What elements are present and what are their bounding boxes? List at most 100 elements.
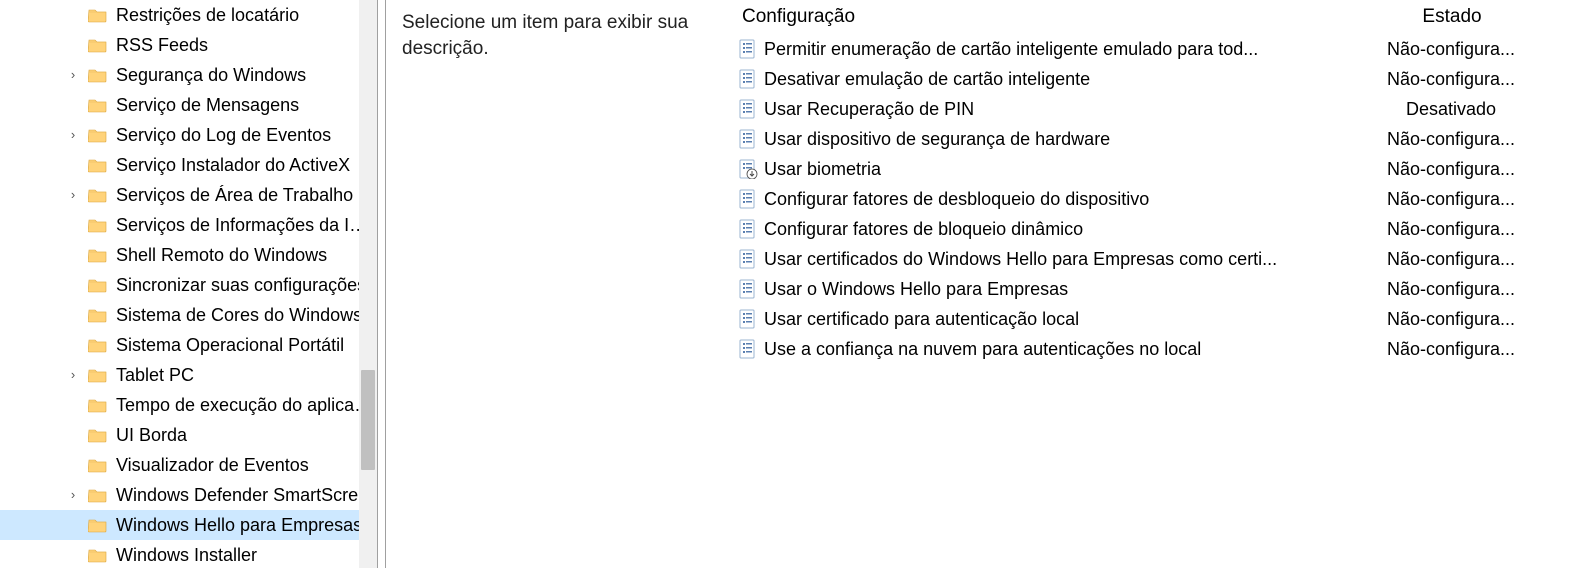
tree-item[interactable]: Sincronizar suas configurações	[0, 270, 377, 300]
expand-icon[interactable]: ›	[66, 120, 80, 150]
folder-icon	[88, 217, 108, 233]
expand-icon[interactable]: ›	[66, 60, 80, 90]
list-item[interactable]: Usar dispositivo de segurança de hardwar…	[736, 124, 1592, 154]
tree-item[interactable]: Serviços de Informações da Internet	[0, 210, 377, 240]
tree-item[interactable]: Visualizador de Eventos	[0, 450, 377, 480]
policy-icon	[738, 249, 758, 269]
tree-item[interactable]: ›Segurança do Windows	[0, 60, 377, 90]
folder-icon	[88, 457, 108, 473]
folder-icon	[88, 547, 108, 563]
settings-list: Configuração Estado Permitir enumeração …	[736, 0, 1592, 568]
policy-icon	[738, 309, 758, 329]
tree-item[interactable]: › Serviços de Área de Trabalho Remota	[0, 180, 377, 210]
tree-item[interactable]: Sistema de Cores do Windows	[0, 300, 377, 330]
setting-state: Não-configura...	[1310, 129, 1592, 150]
policy-icon	[738, 99, 758, 119]
description-text: Selecione um item para exibir sua descri…	[402, 10, 720, 61]
expand-icon[interactable]: ›	[66, 480, 80, 510]
setting-name: Usar biometria	[764, 159, 1310, 180]
list-item[interactable]: Configurar fatores de desbloqueio do dis…	[736, 184, 1592, 214]
folder-icon	[88, 7, 108, 23]
tree-item[interactable]: › Tablet PC	[0, 360, 377, 390]
column-header-state[interactable]: Estado	[1312, 6, 1592, 28]
folder-icon	[88, 397, 108, 413]
folder-icon	[88, 337, 108, 353]
tree-item[interactable]: Sistema Operacional Portátil	[0, 330, 377, 360]
expand-icon[interactable]: ›	[66, 360, 80, 390]
list-item[interactable]: Configurar fatores de bloqueio dinâmicoN…	[736, 214, 1592, 244]
list-item[interactable]: Permitir enumeração de cartão inteligent…	[736, 34, 1592, 64]
panel-divider[interactable]	[378, 0, 386, 568]
policy-icon	[738, 339, 758, 359]
tree-item[interactable]: UI Borda	[0, 420, 377, 450]
tree-scrollbar[interactable]	[359, 0, 377, 568]
policy-icon	[738, 129, 758, 149]
tree-item-label: Sincronizar suas configurações	[116, 275, 366, 296]
list-item[interactable]: Usar o Windows Hello para EmpresasNão-co…	[736, 274, 1592, 304]
details-panel: Selecione um item para exibir sua descri…	[386, 0, 1592, 568]
setting-name: Desativar emulação de cartão inteligente	[764, 69, 1310, 90]
column-header-config[interactable]: Configuração	[736, 6, 1312, 28]
description-column: Selecione um item para exibir sua descri…	[386, 0, 736, 568]
list-item[interactable]: Use a confiança na nuvem para autenticaç…	[736, 334, 1592, 364]
setting-state: Não-configura...	[1310, 69, 1592, 90]
tree-item-label: Serviços de Informações da Internet	[116, 215, 377, 236]
policy-icon	[738, 189, 758, 209]
tree-item-label: Windows Hello para Empresas	[116, 515, 362, 536]
tree-item-label: RSS Feeds	[116, 35, 208, 56]
policy-icon	[738, 279, 758, 299]
folder-icon	[88, 427, 108, 443]
setting-state: Não-configura...	[1310, 39, 1592, 60]
setting-name: Usar dispositivo de segurança de hardwar…	[764, 129, 1310, 150]
policy-download-icon	[738, 159, 758, 179]
tree-panel: Restrições de locatário RSS Feeds ›Seguran…	[0, 0, 378, 568]
policy-icon	[738, 39, 758, 59]
setting-name: Use a confiança na nuvem para autenticaç…	[764, 339, 1310, 360]
tree-item[interactable]: Serviço Instalador do ActiveX	[0, 150, 377, 180]
list-item[interactable]: Usar certificado para autenticação local…	[736, 304, 1592, 334]
folder-icon	[88, 247, 108, 263]
setting-name: Configurar fatores de bloqueio dinâmico	[764, 219, 1310, 240]
tree-item[interactable]: Restrições de locatário	[0, 0, 377, 30]
tree-item-label: Windows Installer	[116, 545, 257, 566]
policy-icon	[738, 219, 758, 239]
tree-item[interactable]: ›Windows Defender SmartScreen	[0, 480, 377, 510]
tree-item[interactable]: Serviço de Mensagens	[0, 90, 377, 120]
list-item[interactable]: Usar Recuperação de PINDesativado	[736, 94, 1592, 124]
setting-name: Usar certificado para autenticação local	[764, 309, 1310, 330]
setting-state: Não-configura...	[1310, 159, 1592, 180]
list-item[interactable]: Usar certificados do Windows Hello para …	[736, 244, 1592, 274]
expand-icon[interactable]: ›	[66, 180, 80, 210]
folder-icon	[88, 187, 108, 203]
tree-item[interactable]: Windows Installer	[0, 540, 377, 568]
tree-item-label: Tablet PC	[116, 365, 194, 386]
tree-item-label: Serviço Instalador do ActiveX	[116, 155, 350, 176]
setting-state: Não-configura...	[1310, 249, 1592, 270]
tree-item[interactable]: RSS Feeds	[0, 30, 377, 60]
setting-name: Configurar fatores de desbloqueio do dis…	[764, 189, 1310, 210]
setting-name: Usar o Windows Hello para Empresas	[764, 279, 1310, 300]
tree-item[interactable]: Shell Remoto do Windows	[0, 240, 377, 270]
tree-item-label: Serviço de Mensagens	[116, 95, 299, 116]
tree-item-label: Sistema de Cores do Windows	[116, 305, 362, 326]
tree-item-label: Serviço do Log de Eventos	[116, 125, 331, 146]
folder-icon	[88, 157, 108, 173]
scrollbar-thumb[interactable]	[361, 370, 375, 470]
list-item[interactable]: Desativar emulação de cartão inteligente…	[736, 64, 1592, 94]
setting-state: Não-configura...	[1310, 339, 1592, 360]
folder-icon	[88, 127, 108, 143]
setting-name: Usar Recuperação de PIN	[764, 99, 1310, 120]
tree-item[interactable]: Windows Hello para Empresas	[0, 510, 377, 540]
tree-item[interactable]: Tempo de execução do aplicativo	[0, 390, 377, 420]
setting-name: Permitir enumeração de cartão inteligent…	[764, 39, 1310, 60]
folder-icon	[88, 37, 108, 53]
folder-icon	[88, 517, 108, 533]
folder-icon	[88, 307, 108, 323]
tree-item-label: Sistema Operacional Portátil	[116, 335, 344, 356]
list-item[interactable]: Usar biometriaNão-configura...	[736, 154, 1592, 184]
tree-item[interactable]: › Serviço do Log de Eventos	[0, 120, 377, 150]
tree-item-label: Serviços de Área de Trabalho Remota	[116, 185, 377, 206]
folder-icon	[88, 67, 108, 83]
folder-icon	[88, 367, 108, 383]
setting-name: Usar certificados do Windows Hello para …	[764, 249, 1310, 270]
